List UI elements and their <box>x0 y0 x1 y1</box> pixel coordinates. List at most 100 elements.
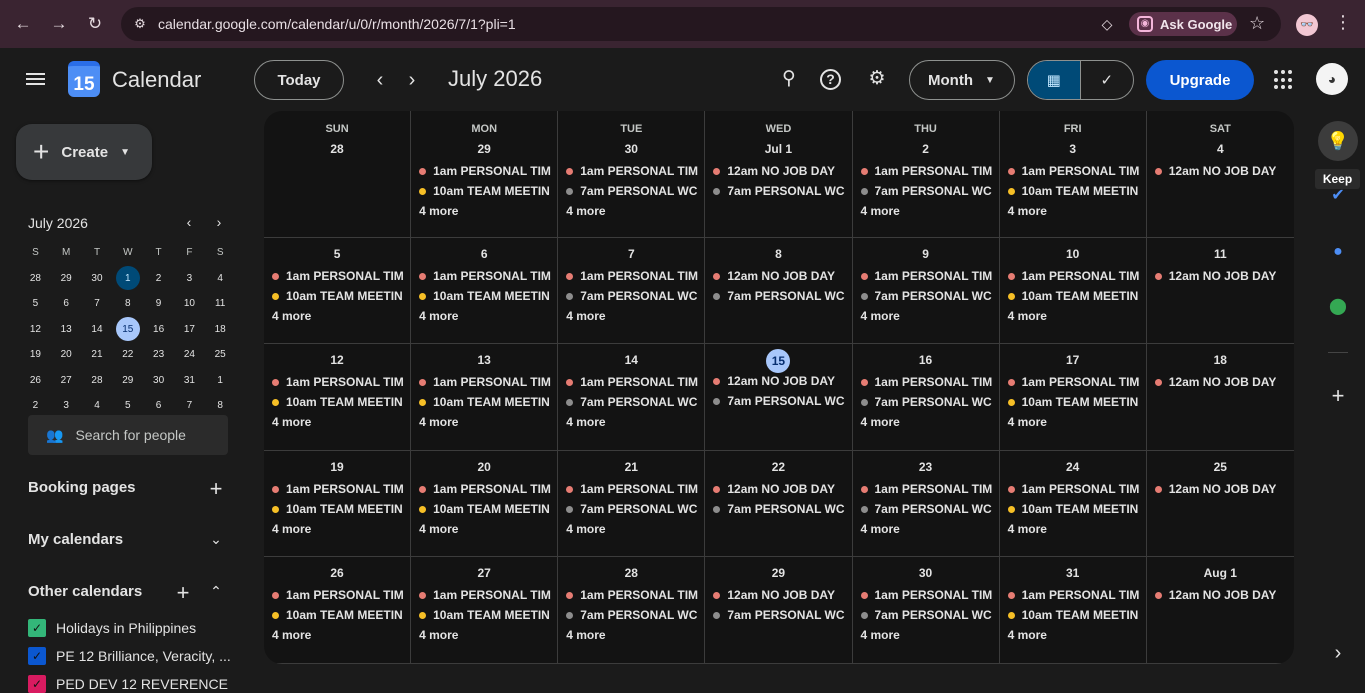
day-number[interactable]: 4 <box>1147 141 1294 158</box>
day-number[interactable]: 31 <box>1000 565 1146 582</box>
more-events-link[interactable]: 4 more <box>853 519 999 539</box>
event-chip[interactable]: 1am PERSONAL TIM <box>1000 585 1146 605</box>
event-chip[interactable]: 1am PERSONAL TIM <box>558 479 704 499</box>
calendar-checkbox[interactable]: ✓ <box>28 619 46 637</box>
more-events-link[interactable]: 4 more <box>264 306 410 326</box>
more-events-link[interactable]: 4 more <box>1000 201 1146 221</box>
more-events-link[interactable]: 4 more <box>411 201 557 221</box>
my-calendars-heading[interactable]: My calendars <box>28 531 123 548</box>
search-people-input[interactable]: 👥 Search for people <box>28 415 228 455</box>
more-events-link[interactable]: 4 more <box>411 625 557 645</box>
event-chip[interactable]: 7am PERSONAL WC <box>705 605 851 625</box>
next-month-chevron-icon[interactable]: › <box>400 68 424 92</box>
bookmark-star-icon[interactable]: ☆ <box>1249 13 1265 34</box>
event-chip[interactable]: 1am PERSONAL TIM <box>411 585 557 605</box>
event-chip[interactable]: 12am NO JOB DAY <box>1147 585 1294 605</box>
day-number[interactable]: 20 <box>411 459 557 476</box>
mini-day[interactable]: 21 <box>82 342 113 368</box>
event-chip[interactable]: 12am NO JOB DAY <box>1147 266 1294 286</box>
google-apps-icon[interactable] <box>1274 70 1294 90</box>
event-chip[interactable]: 7am PERSONAL WC <box>558 392 704 412</box>
mini-day[interactable]: 31 <box>174 368 205 394</box>
tasks-icon[interactable]: ✔ <box>1328 186 1348 206</box>
more-events-link[interactable]: 4 more <box>264 412 410 432</box>
more-events-link[interactable]: 4 more <box>1000 412 1146 432</box>
main-menu-icon[interactable] <box>26 70 46 90</box>
day-cell[interactable]: 30 1am PERSONAL TIM 7am PERSONAL WC 4 more <box>852 557 1000 664</box>
more-events-link[interactable]: 4 more <box>853 201 999 221</box>
event-chip[interactable]: 1am PERSONAL TIM <box>853 161 999 181</box>
tasks-view-icon[interactable]: ✓ <box>1081 61 1134 99</box>
event-chip[interactable]: 1am PERSONAL TIM <box>1000 266 1146 286</box>
day-cell[interactable]: 11 12am NO JOB DAY <box>1146 238 1294 344</box>
day-cell[interactable]: 14 1am PERSONAL TIM 7am PERSONAL WC 4 more <box>558 344 706 451</box>
day-cell[interactable]: WED Jul 1 12am NO JOB DAY 7am PERSONAL WC <box>705 111 853 238</box>
event-chip[interactable]: 10am TEAM MEETIN <box>1000 499 1146 519</box>
day-number[interactable]: 6 <box>411 246 557 263</box>
day-cell[interactable]: FRI 3 1am PERSONAL TIM 10am TEAM MEETIN 4 mo… <box>999 111 1147 238</box>
back-icon[interactable]: ← <box>13 14 33 34</box>
url-text[interactable]: calendar.google.com/calendar/u/0/r/month… <box>158 16 516 32</box>
other-calendars-heading[interactable]: Other calendars <box>28 583 142 600</box>
calendar-list-item[interactable]: ✓ Holidays in Philippines <box>28 619 196 637</box>
more-events-link[interactable]: 4 more <box>411 412 557 432</box>
event-chip[interactable]: 7am PERSONAL WC <box>705 499 851 519</box>
day-cell[interactable]: 28 1am PERSONAL TIM 7am PERSONAL WC 4 more <box>558 557 706 664</box>
mini-day[interactable]: 12 <box>20 317 51 343</box>
day-number[interactable]: 2 <box>853 141 999 158</box>
day-cell[interactable]: THU 2 1am PERSONAL TIM 7am PERSONAL WC 4 mor… <box>852 111 1000 238</box>
event-chip[interactable]: 1am PERSONAL TIM <box>264 585 410 605</box>
day-cell[interactable]: 16 1am PERSONAL TIM 7am PERSONAL WC 4 more <box>852 344 1000 451</box>
calendar-list-item[interactable]: ✓ PE 12 Brilliance, Veracity, ... <box>28 647 231 665</box>
event-chip[interactable]: 12am NO JOB DAY <box>705 161 851 181</box>
chevron-up-icon[interactable]: ⌃ <box>206 583 226 600</box>
day-cell[interactable]: 26 1am PERSONAL TIM 10am TEAM MEETIN 4 more <box>264 557 412 664</box>
browser-menu-icon[interactable]: ⋮ <box>1334 12 1352 33</box>
event-chip[interactable]: 1am PERSONAL TIM <box>411 161 557 181</box>
mini-day[interactable]: 1 <box>112 266 143 292</box>
today-button[interactable]: Today <box>254 60 344 100</box>
day-cell[interactable]: 15 12am NO JOB DAY 7am PERSONAL WC <box>705 344 853 451</box>
calendar-list-item[interactable]: ✓ PED DEV 12 REVERENCE <box>28 675 228 693</box>
day-number[interactable]: 9 <box>853 246 999 263</box>
day-cell[interactable]: 19 1am PERSONAL TIM 10am TEAM MEETIN 4 more <box>264 451 412 557</box>
more-events-link[interactable]: 4 more <box>1000 306 1146 326</box>
event-chip[interactable]: 1am PERSONAL TIM <box>1000 372 1146 392</box>
event-chip[interactable]: 1am PERSONAL TIM <box>411 479 557 499</box>
day-cell[interactable]: 18 12am NO JOB DAY <box>1146 344 1294 451</box>
lens-icon[interactable]: ◇ <box>1099 16 1115 32</box>
mini-prev-chevron-icon[interactable]: ‹ <box>181 214 197 230</box>
event-chip[interactable]: 12am NO JOB DAY <box>705 585 851 605</box>
mini-day[interactable]: 25 <box>205 342 236 368</box>
day-cell[interactable]: TUE 30 1am PERSONAL TIM 7am PERSONAL WC 4 mo… <box>558 111 706 238</box>
more-events-link[interactable]: 4 more <box>853 306 999 326</box>
mini-day[interactable]: 13 <box>51 317 82 343</box>
mini-day[interactable]: 30 <box>143 368 174 394</box>
event-chip[interactable]: 10am TEAM MEETIN <box>411 499 557 519</box>
mini-day[interactable]: 9 <box>143 291 174 317</box>
more-events-link[interactable]: 4 more <box>558 519 704 539</box>
day-cell[interactable]: 5 1am PERSONAL TIM 10am TEAM MEETIN 4 more <box>264 238 412 344</box>
day-cell[interactable]: 20 1am PERSONAL TIM 10am TEAM MEETIN 4 more <box>411 451 559 557</box>
day-number[interactable]: 19 <box>264 459 410 476</box>
more-events-link[interactable]: 4 more <box>558 625 704 645</box>
day-number[interactable]: 11 <box>1147 246 1294 263</box>
mini-day[interactable]: 29 <box>51 266 82 292</box>
mini-day[interactable]: 22 <box>112 342 143 368</box>
more-events-link[interactable]: 4 more <box>558 201 704 221</box>
day-number[interactable]: 14 <box>558 352 704 369</box>
more-events-link[interactable]: 4 more <box>1000 519 1146 539</box>
mini-day[interactable]: 20 <box>51 342 82 368</box>
more-events-link[interactable]: 4 more <box>558 306 704 326</box>
day-number[interactable]: 25 <box>1147 459 1294 476</box>
event-chip[interactable]: 12am NO JOB DAY <box>705 266 851 286</box>
mini-day[interactable]: 4 <box>205 266 236 292</box>
day-cell[interactable]: 22 12am NO JOB DAY 7am PERSONAL WC <box>705 451 853 557</box>
event-chip[interactable]: 10am TEAM MEETIN <box>1000 392 1146 412</box>
event-chip[interactable]: 7am PERSONAL WC <box>558 605 704 625</box>
more-events-link[interactable]: 4 more <box>411 519 557 539</box>
account-avatar[interactable]: ◕ <box>1316 63 1348 95</box>
mini-day[interactable]: 26 <box>20 368 51 394</box>
maps-pin-icon[interactable]: ⬤ <box>1328 297 1348 317</box>
day-number[interactable]: 21 <box>558 459 704 476</box>
